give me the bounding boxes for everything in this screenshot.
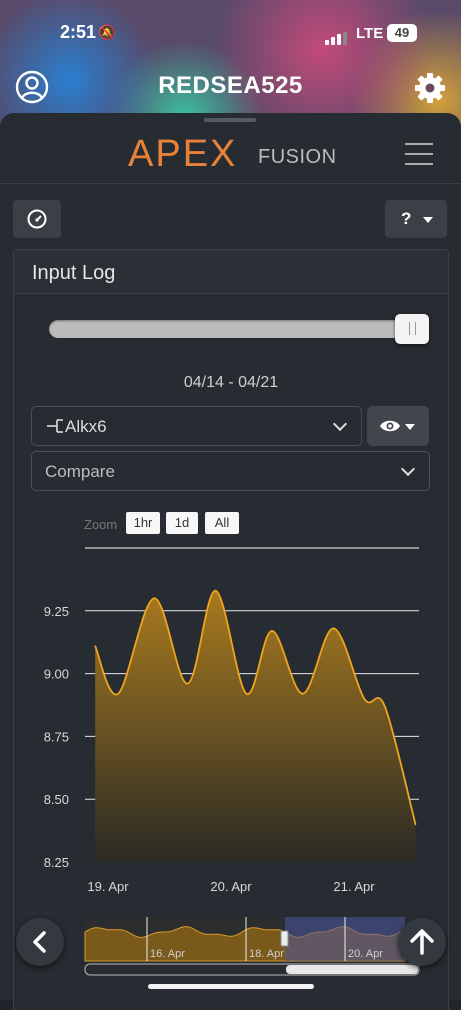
- signal-icon: [325, 27, 349, 45]
- data-point: [301, 692, 304, 695]
- probe-icon: [47, 419, 63, 433]
- gauge-icon: [27, 209, 47, 229]
- y-tick-label: 8.25: [44, 855, 69, 870]
- app-bar: REDSEA525: [0, 64, 461, 112]
- chevron-down-icon: [400, 461, 416, 477]
- x-tick-label: 21. Apr: [333, 879, 375, 894]
- navigator-chart[interactable]: 16. Apr 18. Apr 20. Apr: [0, 910, 461, 980]
- arrow-up-icon: [410, 929, 434, 955]
- status-bar: 2:51 🔕 LTE 49: [0, 0, 461, 64]
- navigator-tick-label: 20. Apr: [348, 948, 383, 960]
- app-title: REDSEA525: [158, 72, 303, 99]
- bell-muted-icon: 🔕: [98, 24, 116, 40]
- x-tick-label: 20. Apr: [210, 879, 252, 894]
- data-point: [414, 823, 417, 826]
- chevron-left-icon: [33, 931, 46, 953]
- question-icon: ?: [401, 209, 412, 228]
- navigator-handle-left[interactable]: [280, 930, 289, 947]
- chevron-down-icon: [332, 416, 348, 432]
- date-slider-thumb[interactable]: [395, 314, 429, 344]
- network-type: LTE: [356, 25, 384, 42]
- alkalinity-chart[interactable]: 8.25 8.50 8.75 9.00 9.25 19. Apr 20. Apr 21. Ap…: [0, 490, 461, 910]
- battery-icon: 49: [387, 24, 417, 42]
- navigator-tick-label: 18. Apr: [249, 948, 284, 960]
- scroll-to-top-button[interactable]: [398, 918, 446, 966]
- x-tick-label: 19. Apr: [87, 879, 129, 894]
- home-indicator: [148, 984, 314, 989]
- hamburger-menu-icon[interactable]: [405, 143, 433, 165]
- y-tick-label: 9.25: [44, 604, 69, 619]
- navigator-scrollbar-thumb[interactable]: [286, 965, 418, 974]
- y-tick-label: 8.50: [44, 792, 69, 807]
- back-button[interactable]: [16, 918, 64, 966]
- y-tick-label: 8.75: [44, 729, 69, 744]
- eye-icon: [380, 420, 400, 432]
- series-area: [95, 590, 416, 862]
- y-tick-label: 9.00: [44, 667, 69, 682]
- caret-down-icon: [405, 424, 415, 430]
- data-point: [271, 630, 273, 632]
- panel-header: Input Log: [14, 250, 448, 294]
- data-point: [94, 645, 96, 647]
- data-point: [214, 589, 217, 592]
- probe-select-value: Alkx6: [65, 417, 107, 436]
- data-point: [186, 682, 189, 685]
- visibility-dropdown-button[interactable]: [367, 406, 429, 446]
- status-time: 2:51: [60, 22, 97, 42]
- date-slider-track[interactable]: [49, 320, 429, 338]
- data-point: [363, 697, 366, 700]
- probe-select[interactable]: Alkx6: [31, 406, 362, 446]
- compare-placeholder: Compare: [45, 462, 115, 481]
- navigator-tick-label: 16. Apr: [150, 948, 185, 960]
- caret-down-icon: [423, 217, 433, 223]
- compare-select[interactable]: Compare: [31, 451, 430, 491]
- logo-apex: APEX: [128, 133, 238, 175]
- data-point: [117, 692, 120, 695]
- date-range-label: 04/14 - 04/21: [183, 374, 279, 391]
- data-point: [153, 597, 155, 600]
- panel-title: Input Log: [32, 262, 116, 284]
- help-dropdown-button[interactable]: ?: [385, 200, 447, 238]
- gear-icon[interactable]: [412, 70, 448, 106]
- data-point: [332, 627, 335, 630]
- logo-fusion: FUSION: [258, 146, 337, 168]
- dashboard-button[interactable]: [13, 200, 61, 238]
- data-point: [245, 692, 248, 695]
- brand-header: APEX FUSION: [0, 113, 461, 184]
- data-point: [383, 705, 386, 708]
